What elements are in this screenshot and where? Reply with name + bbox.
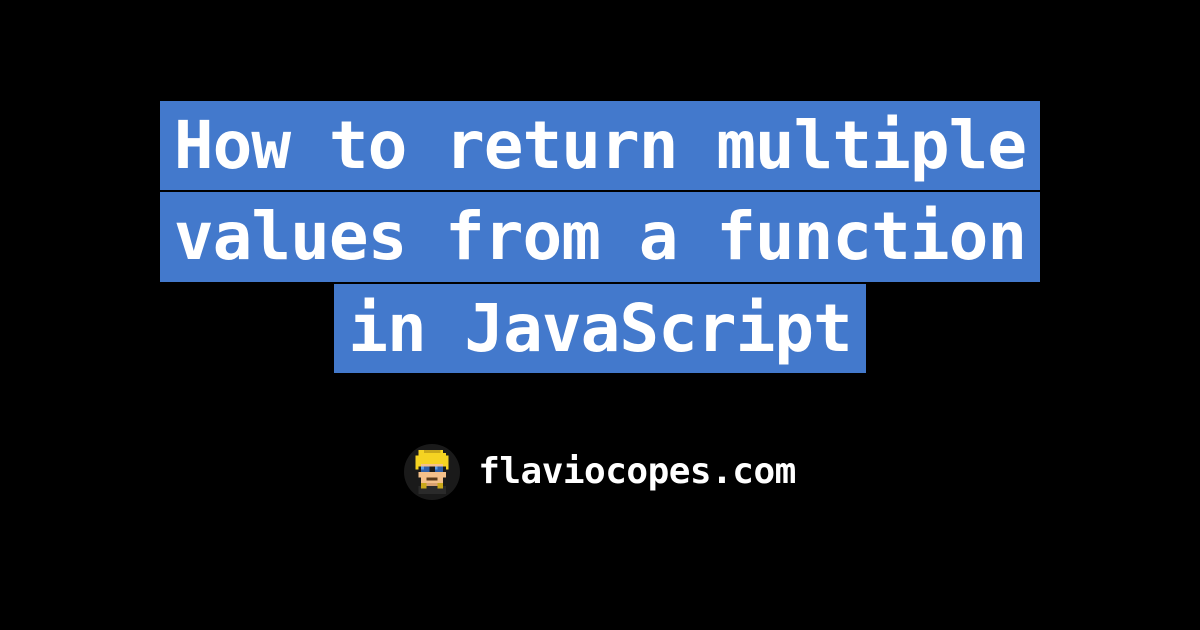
- avatar-pixel-icon: [410, 450, 454, 494]
- site-name: flaviocopes.com: [478, 451, 796, 492]
- title-line-1: How to return multiple: [160, 101, 1040, 190]
- title-line-3: in JavaScript: [334, 284, 866, 373]
- title-line-2: values from a function: [160, 192, 1040, 281]
- avatar: [404, 444, 460, 500]
- site-footer: flaviocopes.com: [404, 444, 796, 500]
- post-title: How to return multiple values from a fun…: [160, 100, 1040, 373]
